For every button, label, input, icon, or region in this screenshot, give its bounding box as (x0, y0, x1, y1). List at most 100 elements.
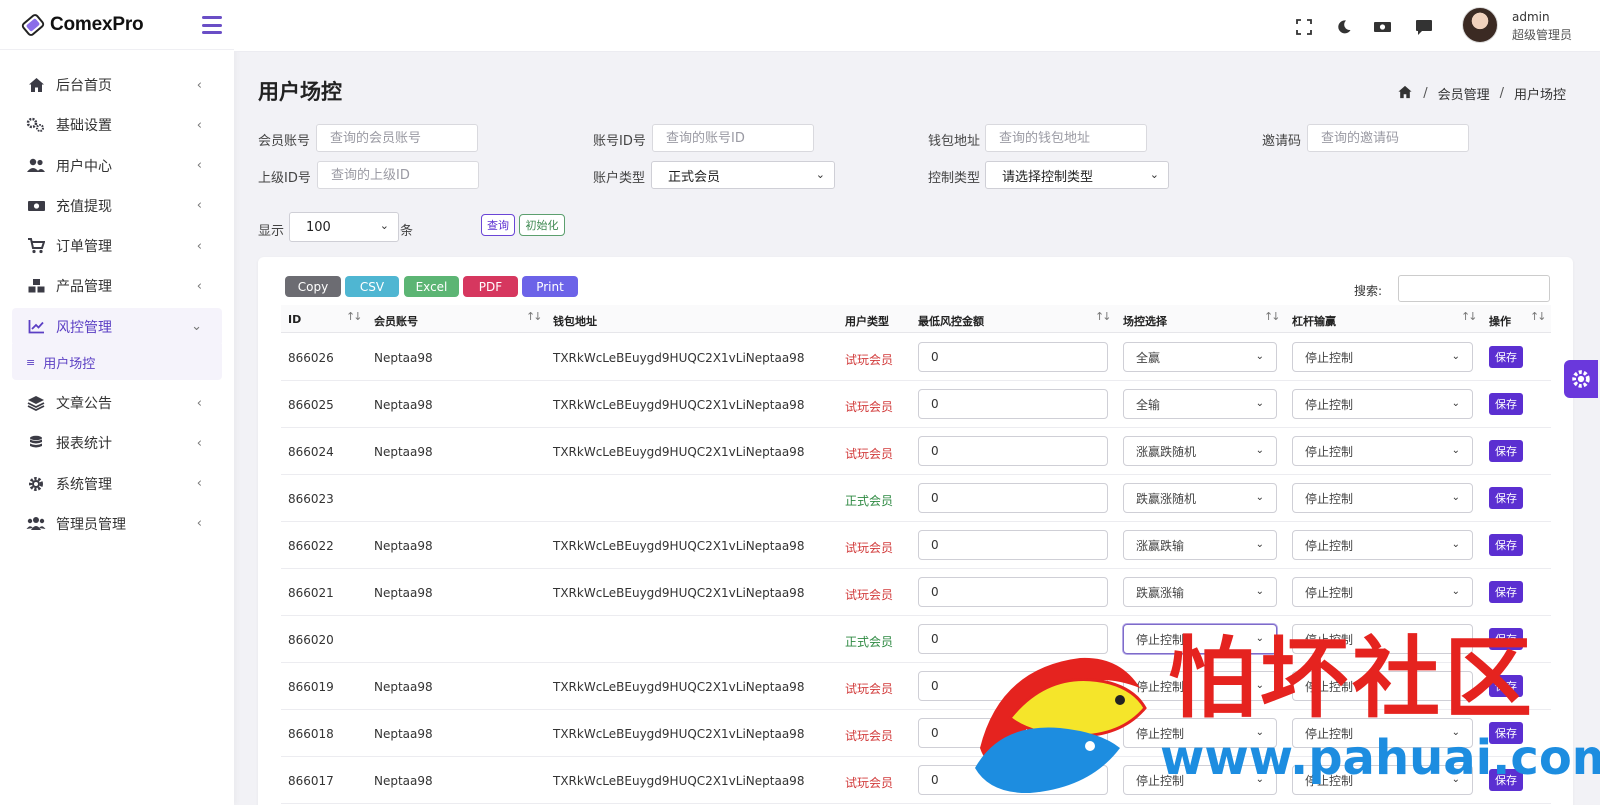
money-icon[interactable] (1372, 17, 1392, 37)
chevron-left-icon: ‹ (196, 476, 202, 492)
account-type-select[interactable]: 正式会员 ⌄ (651, 161, 835, 189)
show-unit: 条 (400, 224, 414, 239)
copy-button[interactable]: Copy (285, 276, 341, 297)
sidebar-item-products[interactable]: 产品管理 ‹ (12, 267, 222, 305)
parent-id-label: 上级ID号 (258, 171, 311, 186)
wallet-input[interactable] (985, 124, 1147, 152)
leverage-select[interactable]: 停止控制 ⌄ (1292, 765, 1473, 795)
excel-button[interactable]: Excel (404, 276, 459, 297)
leverage-select-value: 停止控制 (1305, 538, 1354, 553)
min-amount-input[interactable]: 0 (918, 577, 1108, 607)
leverage-select[interactable]: 停止控制 ⌄ (1292, 342, 1473, 372)
control-select[interactable]: 全赢 ⌄ (1123, 342, 1277, 372)
sort-icon[interactable]: ↑↓ (526, 310, 543, 323)
sidebar-subitem-label: 用户场控 (43, 356, 96, 372)
col-header-leverage[interactable]: 杠杆输赢 (1292, 313, 1336, 329)
sort-icon[interactable]: ↑↓ (1461, 310, 1478, 323)
sidebar-item-basic-settings[interactable]: 基础设置 ‹ (12, 106, 222, 144)
sidebar-item-risk-control[interactable]: 风控管理 ⌄ (12, 307, 222, 346)
leverage-select[interactable]: 停止控制 ⌄ (1292, 718, 1473, 748)
col-header-account[interactable]: 会员账号 (374, 313, 418, 329)
control-select[interactable]: 停止控制 ⌄ (1123, 765, 1277, 795)
sidebar-item-orders[interactable]: 订单管理 ‹ (12, 227, 222, 265)
menu-toggle-icon[interactable] (202, 16, 222, 34)
settings-fab[interactable] (1564, 360, 1598, 398)
min-amount-input[interactable]: 0 (918, 389, 1108, 419)
col-header-id[interactable]: ID (288, 313, 301, 326)
print-button[interactable]: Print (522, 276, 578, 297)
user-name[interactable]: admin (1512, 10, 1550, 24)
save-button[interactable]: 保存 (1489, 628, 1523, 650)
chat-icon[interactable] (1414, 17, 1434, 37)
leverage-select[interactable]: 停止控制 ⌄ (1292, 577, 1473, 607)
min-amount-input[interactable]: 0 (918, 436, 1108, 466)
csv-button[interactable]: CSV (345, 276, 399, 297)
control-select[interactable]: 全输 ⌄ (1123, 389, 1277, 419)
col-header-action[interactable]: 操作 (1489, 313, 1511, 329)
save-button[interactable]: 保存 (1489, 581, 1523, 603)
save-button[interactable]: 保存 (1489, 440, 1523, 462)
control-select[interactable]: 停止控制 ⌄ (1123, 624, 1277, 654)
sidebar-item-system[interactable]: 系统管理 ‹ (12, 465, 222, 503)
query-button[interactable]: 查询 (481, 214, 515, 236)
col-header-min-amount[interactable]: 最低风控金额 (918, 313, 984, 329)
min-amount-input[interactable]: 0 (918, 624, 1108, 654)
control-select[interactable]: 涨赢跌输 ⌄ (1123, 530, 1277, 560)
home-icon[interactable] (1397, 85, 1413, 103)
pdf-button[interactable]: PDF (463, 276, 518, 297)
sidebar-item-user-center[interactable]: 用户中心 ‹ (12, 147, 222, 185)
invite-code-input[interactable] (1307, 124, 1469, 152)
page-size-select[interactable]: 100 ⌄ (289, 212, 399, 242)
fullscreen-icon[interactable] (1294, 17, 1314, 37)
min-amount-input[interactable]: 0 (918, 342, 1108, 372)
control-select[interactable]: 停止控制 ⌄ (1123, 671, 1277, 701)
min-amount-input[interactable]: 0 (918, 765, 1108, 795)
control-type-select[interactable]: 请选择控制类型 ⌄ (985, 161, 1169, 189)
chevron-left-icon: ‹ (196, 77, 202, 93)
leverage-select[interactable]: 停止控制 ⌄ (1292, 624, 1473, 654)
sidebar-item-reports[interactable]: 报表统计 ‹ (12, 424, 222, 462)
breadcrumb-item[interactable]: 会员管理 (1438, 84, 1490, 103)
parent-id-input[interactable] (317, 161, 479, 189)
min-amount-input[interactable]: 0 (918, 718, 1108, 748)
leverage-select[interactable]: 停止控制 ⌄ (1292, 530, 1473, 560)
reset-button[interactable]: 初始化 (519, 214, 565, 236)
col-header-control[interactable]: 场控选择 (1123, 313, 1167, 329)
sidebar-item-deposit-withdraw[interactable]: 充值提现 ‹ (12, 187, 222, 225)
save-button[interactable]: 保存 (1489, 722, 1523, 744)
control-select[interactable]: 跌赢涨随机 ⌄ (1123, 483, 1277, 513)
leverage-select[interactable]: 停止控制 ⌄ (1292, 671, 1473, 701)
save-button[interactable]: 保存 (1489, 393, 1523, 415)
sort-icon[interactable]: ↑↓ (1264, 310, 1281, 323)
invite-code-label: 邀请码 (1262, 134, 1302, 149)
sort-icon[interactable]: ↑↓ (1095, 310, 1112, 323)
save-button[interactable]: 保存 (1489, 487, 1523, 509)
member-account-input[interactable] (316, 124, 478, 152)
sidebar-item-admins[interactable]: 管理员管理 ‹ (12, 505, 222, 543)
min-amount-input[interactable]: 0 (918, 671, 1108, 701)
control-select[interactable]: 涨赢跌随机 ⌄ (1123, 436, 1277, 466)
account-id-input[interactable] (652, 124, 814, 152)
account-type-value: 正式会员 (668, 169, 721, 185)
sort-icon[interactable]: ↑↓ (346, 310, 363, 323)
save-button[interactable]: 保存 (1489, 534, 1523, 556)
control-select[interactable]: 跌赢涨输 ⌄ (1123, 577, 1277, 607)
control-select[interactable]: 停止控制 ⌄ (1123, 718, 1277, 748)
table-search-input[interactable] (1398, 275, 1550, 302)
leverage-select-value: 停止控制 (1305, 726, 1354, 741)
leverage-select[interactable]: 停止控制 ⌄ (1292, 389, 1473, 419)
avatar[interactable] (1462, 7, 1498, 43)
sidebar-subitem-user-control[interactable]: ≡ 用户场控 (12, 344, 222, 381)
sidebar-item-home[interactable]: 后台首页 ‹ (12, 66, 222, 104)
sidebar-item-articles[interactable]: 文章公告 ‹ (12, 384, 222, 422)
sort-icon[interactable]: ↑↓ (1530, 310, 1547, 323)
min-amount-input[interactable]: 0 (918, 530, 1108, 560)
brand[interactable]: ComexPro (0, 0, 234, 50)
dark-mode-icon[interactable] (1334, 17, 1354, 37)
leverage-select[interactable]: 停止控制 ⌄ (1292, 436, 1473, 466)
min-amount-input[interactable]: 0 (918, 483, 1108, 513)
save-button[interactable]: 保存 (1489, 675, 1523, 697)
save-button[interactable]: 保存 (1489, 769, 1523, 791)
save-button[interactable]: 保存 (1489, 346, 1523, 368)
leverage-select[interactable]: 停止控制 ⌄ (1292, 483, 1473, 513)
